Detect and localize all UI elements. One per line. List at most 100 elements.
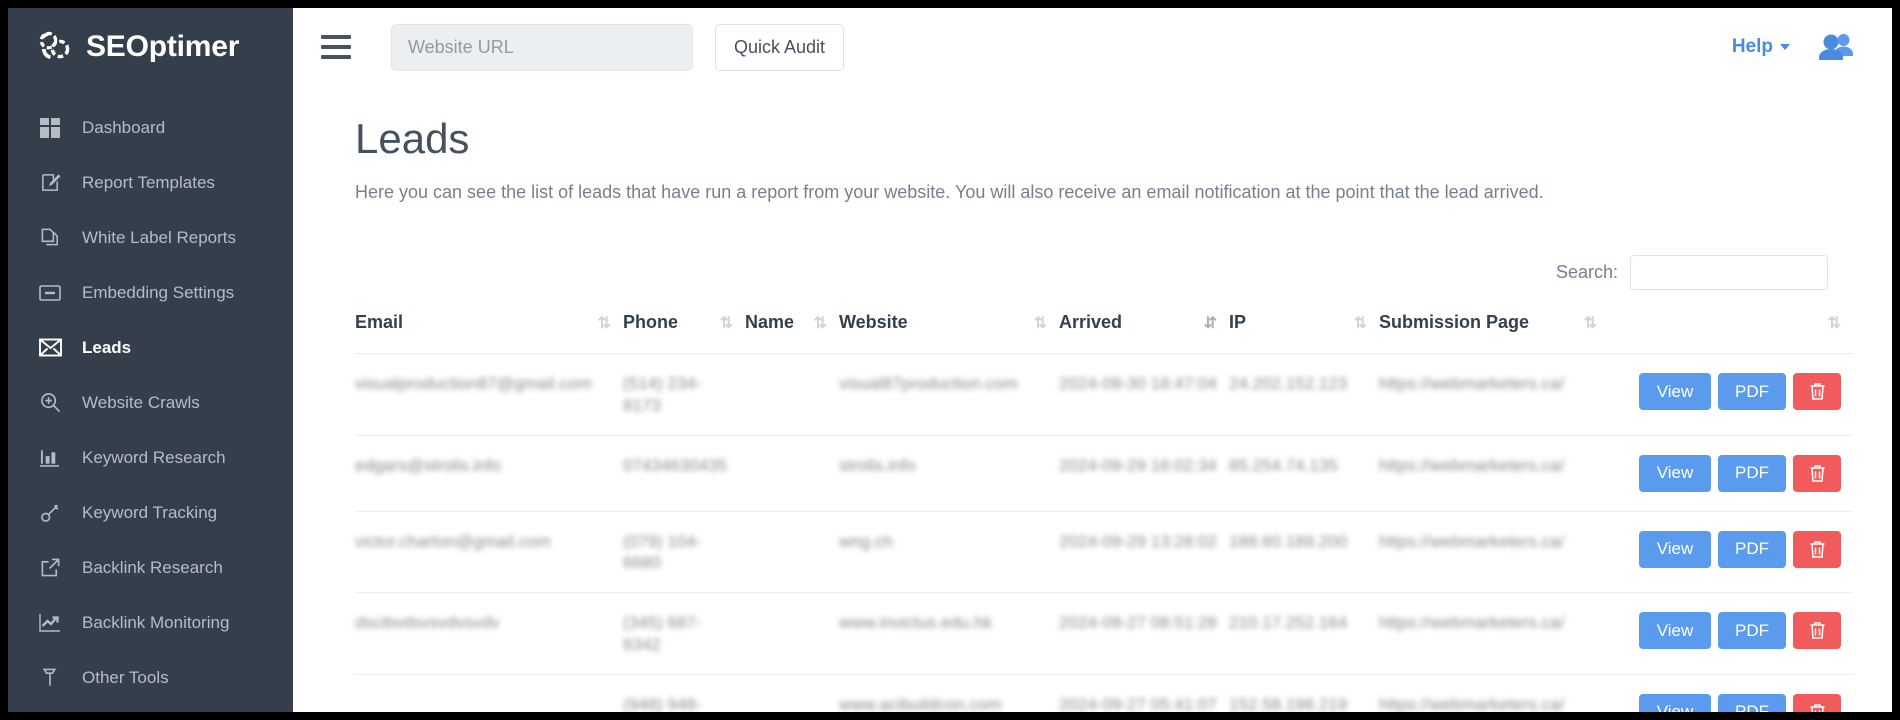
- sidebar-item-embedding-settings[interactable]: Embedding Settings: [8, 265, 293, 320]
- column-header-name[interactable]: Name ⇅: [745, 312, 839, 355]
- column-header-actions[interactable]: ⇅: [1609, 312, 1853, 355]
- sidebar-item-leads[interactable]: Leads: [8, 320, 293, 375]
- help-menu[interactable]: Help: [1732, 36, 1790, 58]
- column-header-email[interactable]: Email ⇅: [355, 312, 623, 355]
- cell-arrived: 2024-09-29 13:28:02: [1059, 511, 1229, 594]
- app-window: SEOptimer Dashboard Report Templates Whi…: [8, 8, 1892, 712]
- column-label: Phone: [623, 312, 679, 333]
- pdf-button[interactable]: PDF: [1718, 373, 1786, 411]
- line-chart-icon: [38, 611, 62, 635]
- view-button[interactable]: View: [1639, 530, 1711, 568]
- table-body: visualproduction87@gmail.com (514) 234-81…: [355, 353, 1853, 712]
- sidebar-item-label: Website Crawls: [82, 392, 200, 412]
- top-bar-right: Help: [1732, 32, 1856, 62]
- hamburger-icon[interactable]: [321, 35, 351, 59]
- column-label: Email: [355, 312, 404, 333]
- sidebar-item-backlink-monitoring[interactable]: Backlink Monitoring: [8, 595, 293, 650]
- cell-website: wng.ch: [839, 511, 1059, 594]
- sidebar-item-label: Other Tools: [82, 667, 169, 687]
- table-row: edgars@strolis.info 07434630435 strolis.in…: [355, 435, 1853, 512]
- website-url-input[interactable]: [391, 23, 693, 71]
- sidebar-item-label: Report Templates: [82, 172, 215, 192]
- pdf-button[interactable]: PDF: [1718, 612, 1786, 650]
- cell-email: [355, 674, 623, 712]
- action-button-group: View PDF: [1609, 454, 1843, 492]
- cell-ip: 152.58.198.219: [1229, 674, 1379, 712]
- delete-button[interactable]: [1793, 373, 1841, 411]
- delete-button[interactable]: [1793, 693, 1841, 712]
- cell-name: [745, 674, 839, 712]
- cell-ip: 85.254.74.135: [1229, 435, 1379, 512]
- cell-email: visualproduction87@gmail.com: [355, 353, 623, 436]
- window-embed-icon: [38, 281, 62, 305]
- sidebar-item-backlink-research[interactable]: Backlink Research: [8, 540, 293, 595]
- cell-email: victor.charton@gmail.com: [355, 511, 623, 594]
- column-header-phone[interactable]: Phone ⇅: [623, 312, 745, 355]
- brand-logo-area[interactable]: SEOptimer: [8, 8, 293, 86]
- view-button[interactable]: View: [1639, 373, 1711, 411]
- sidebar-item-dashboard[interactable]: Dashboard: [8, 100, 293, 155]
- bar-chart-icon: [38, 446, 62, 470]
- page-description: Here you can see the list of leads that …: [355, 182, 1544, 203]
- delete-button[interactable]: [1793, 612, 1841, 650]
- sort-icon: ⇅: [719, 314, 733, 332]
- view-button[interactable]: View: [1639, 693, 1711, 712]
- cell-arrived: 2024-09-27 05:41:07: [1059, 674, 1229, 712]
- action-button-group: View PDF: [1609, 530, 1843, 568]
- trash-icon: [1810, 541, 1824, 558]
- main-area: Quick Audit Help Leads Here you: [293, 8, 1892, 712]
- column-header-submission-page[interactable]: Submission Page ⇅: [1379, 312, 1609, 355]
- sidebar-item-other-tools[interactable]: Other Tools: [8, 650, 293, 705]
- delete-button[interactable]: [1793, 530, 1841, 568]
- cell-submission-page: https://webmarketers.ca/: [1379, 592, 1609, 675]
- search-label: Search:: [1555, 262, 1618, 283]
- cell-arrived: 2024-09-29 16:02:34: [1059, 435, 1229, 512]
- sort-desc-icon: ⇵: [1203, 314, 1217, 332]
- column-header-website[interactable]: Website ⇅: [839, 312, 1059, 355]
- users-icon[interactable]: [1818, 32, 1856, 62]
- trash-icon: [1810, 622, 1824, 640]
- table-header: Email ⇅ Phone ⇅ Name ⇅ Website ⇅ Arrived…: [355, 312, 1853, 355]
- cell-ip: 188.60.189.200: [1229, 511, 1379, 594]
- column-header-ip[interactable]: IP ⇅: [1229, 312, 1379, 355]
- copy-documents-icon: [38, 226, 62, 250]
- cell-submission-page: https://webmarketers.ca/: [1379, 353, 1609, 436]
- page-content: Leads Here you can see the list of leads…: [293, 86, 1892, 712]
- sort-icon: ⇅: [1033, 314, 1047, 332]
- sidebar-item-white-label-reports[interactable]: White Label Reports: [8, 210, 293, 265]
- cell-website: www.invictus.edu.hk: [839, 592, 1059, 675]
- cell-submission-page: https://webmarketers.ca/: [1379, 511, 1609, 594]
- sidebar-item-label: Embedding Settings: [82, 282, 235, 302]
- column-label: Submission Page: [1379, 312, 1530, 333]
- pdf-button[interactable]: PDF: [1718, 693, 1786, 712]
- sidebar-item-website-crawls[interactable]: Website Crawls: [8, 375, 293, 430]
- column-label: Name: [745, 312, 795, 333]
- sort-icon: ⇅: [813, 314, 827, 332]
- sidebar-item-keyword-research[interactable]: Keyword Research: [8, 430, 293, 485]
- pdf-button[interactable]: PDF: [1718, 454, 1786, 492]
- cell-website: visual87production.com: [839, 353, 1059, 436]
- search-plus-icon: [38, 391, 62, 415]
- cell-name: [745, 435, 839, 512]
- search-input[interactable]: [1630, 255, 1828, 291]
- sidebar-item-label: Leads: [82, 337, 132, 357]
- pdf-button[interactable]: PDF: [1718, 530, 1786, 568]
- sort-icon: ⇅: [597, 314, 611, 332]
- view-button[interactable]: View: [1639, 454, 1711, 492]
- page-title: Leads: [355, 115, 470, 162]
- sidebar-item-label: Backlink Monitoring: [82, 612, 230, 632]
- delete-button[interactable]: [1793, 454, 1841, 492]
- cell-name: [745, 353, 839, 436]
- cell-phone: 07434630435: [623, 435, 745, 512]
- external-link-icon: [38, 556, 62, 580]
- table-row: (948) 948-7013 www.acibuildcon.com2024-09…: [355, 674, 1853, 712]
- sidebar-item-keyword-tracking[interactable]: Keyword Tracking: [8, 485, 293, 540]
- view-button[interactable]: View: [1639, 612, 1711, 650]
- cell-actions: View PDF: [1609, 511, 1853, 594]
- quick-audit-button[interactable]: Quick Audit: [715, 23, 845, 71]
- column-header-arrived[interactable]: Arrived ⇵: [1059, 312, 1229, 355]
- sidebar-item-report-templates[interactable]: Report Templates: [8, 155, 293, 210]
- sidebar-item-label: Keyword Tracking: [82, 502, 218, 522]
- table-row: victor.charton@gmail.com (079) 104-6680 wn…: [355, 511, 1853, 594]
- cell-name: [745, 592, 839, 675]
